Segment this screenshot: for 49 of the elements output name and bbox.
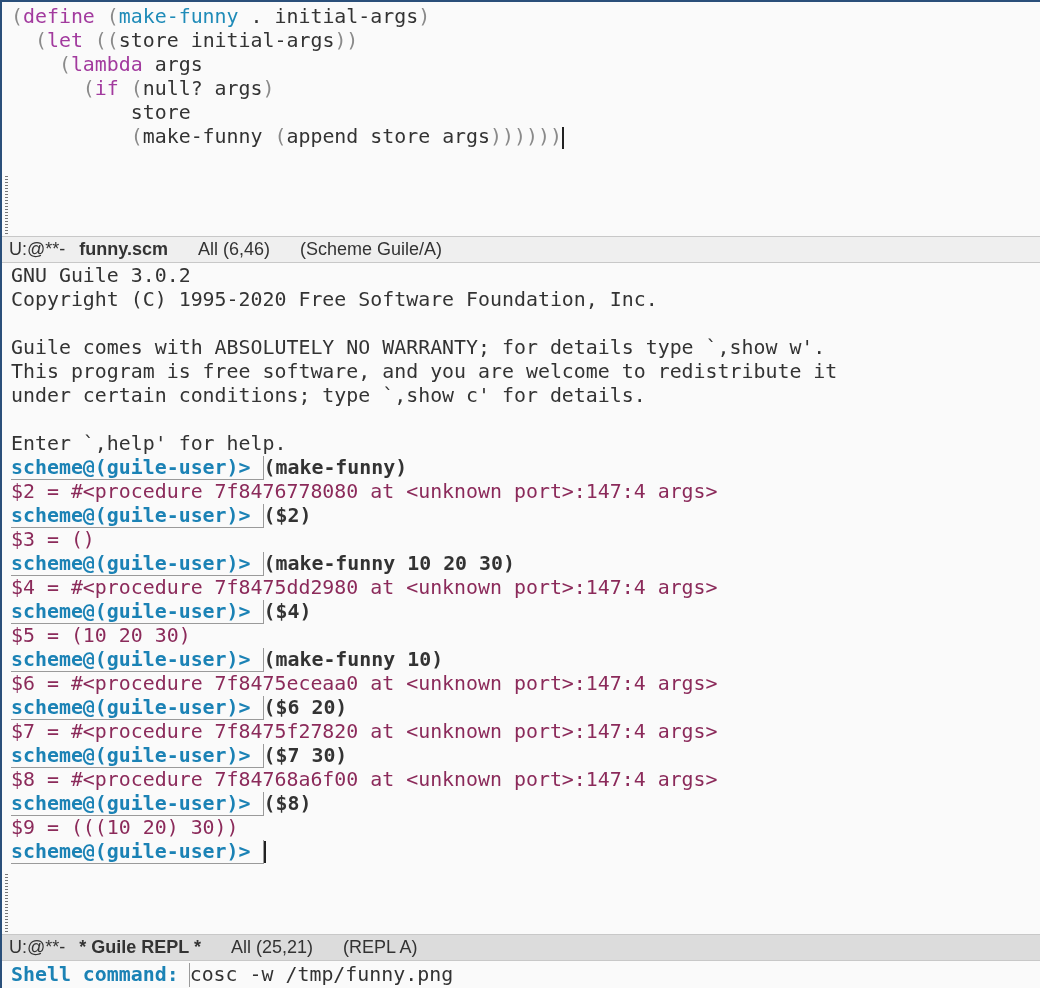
- repl-input-text: ($7 30): [263, 744, 348, 768]
- repl-prompt: scheme@(guile-user)>: [11, 744, 264, 768]
- repl-result: $7 = #<procedure 7f8475f27820 at <unknown port>:147:4 args>: [11, 720, 718, 744]
- cursor-position: All (6,46): [197, 238, 270, 261]
- major-mode: (Scheme Guile/A): [300, 238, 443, 261]
- code-line: (if (null? args): [81, 77, 276, 101]
- fringe-indicator: [5, 874, 8, 934]
- repl-output: Enter `,help' for help.: [11, 432, 287, 456]
- repl-output: Copyright (C) 1995-2020 Free Software Foundation, Inc.: [11, 288, 658, 312]
- repl-prompt: scheme@(guile-user)>: [11, 552, 264, 576]
- buffer-status: U:@**-: [9, 238, 66, 261]
- repl-result: $9 = (((10 20) 30)): [11, 816, 239, 840]
- repl-result: $8 = #<procedure 7f84768a6f00 at <unknown port>:147:4 args>: [11, 768, 718, 792]
- repl-prompt: scheme@(guile-user)>: [11, 696, 264, 720]
- repl-output: This program is free software, and you are welcome to redistribute it: [11, 360, 838, 384]
- repl-input-text: ($6 20): [263, 696, 348, 720]
- repl-input-text: (make-funny 10): [263, 648, 444, 672]
- repl-result: $3 = (): [11, 528, 95, 552]
- repl-output: under certain conditions; type `,show c' for details.: [11, 384, 646, 408]
- repl-prompt: scheme@(guile-user)>: [11, 504, 264, 528]
- major-mode: (REPL A): [343, 936, 418, 959]
- fringe-indicator: [5, 176, 8, 236]
- code-line: (let ((store initial-args)): [33, 29, 360, 53]
- buffer-name: * Guile REPL *: [79, 936, 201, 959]
- repl-prompt: scheme@(guile-user)>: [11, 792, 264, 816]
- repl-input-text: ($2): [263, 504, 312, 528]
- repl-output: GNU Guile 3.0.2: [11, 264, 191, 288]
- repl-input-text: (make-funny 10 20 30): [263, 552, 515, 576]
- code-line: (lambda args: [57, 53, 204, 77]
- repl-result: $6 = #<procedure 7f8475eceaa0 at <unknown port>:147:4 args>: [11, 672, 718, 696]
- buffer-status: U:@**-: [9, 936, 66, 959]
- code-line: store: [129, 101, 192, 125]
- repl-input-text: ($4): [263, 600, 312, 624]
- repl-prompt: scheme@(guile-user)>: [11, 600, 264, 624]
- repl-prompt: scheme@(guile-user)>: [11, 456, 264, 480]
- shell-command-field[interactable]: cosc -w /tmp/funny.png: [188, 962, 454, 987]
- cursor-position: All (25,21): [231, 936, 314, 959]
- repl-result: $4 = #<procedure 7f8475dd2980 at <unknown port>:147:4 args>: [11, 576, 718, 600]
- minibuffer-prompt: Shell command:: [11, 962, 180, 987]
- buffer-name: funny.scm: [79, 238, 168, 261]
- repl-result: $5 = (10 20 30): [11, 624, 191, 648]
- repl-result: $2 = #<procedure 7f8476778080 at <unknown port>:147:4 args>: [11, 480, 718, 504]
- repl-output: Guile comes with ABSOLUTELY NO WARRANTY; for details type `,show w'.: [11, 336, 826, 360]
- repl-prompt: scheme@(guile-user)>: [11, 648, 264, 672]
- repl-input-text: ($8): [263, 792, 312, 816]
- code-line: (define (make-funny . initial-args): [11, 5, 432, 29]
- repl-input-text: (make-funny): [263, 456, 408, 480]
- code-line: (make-funny (append store args)))))): [129, 125, 564, 149]
- repl-prompt: scheme@(guile-user)>: [11, 840, 264, 864]
